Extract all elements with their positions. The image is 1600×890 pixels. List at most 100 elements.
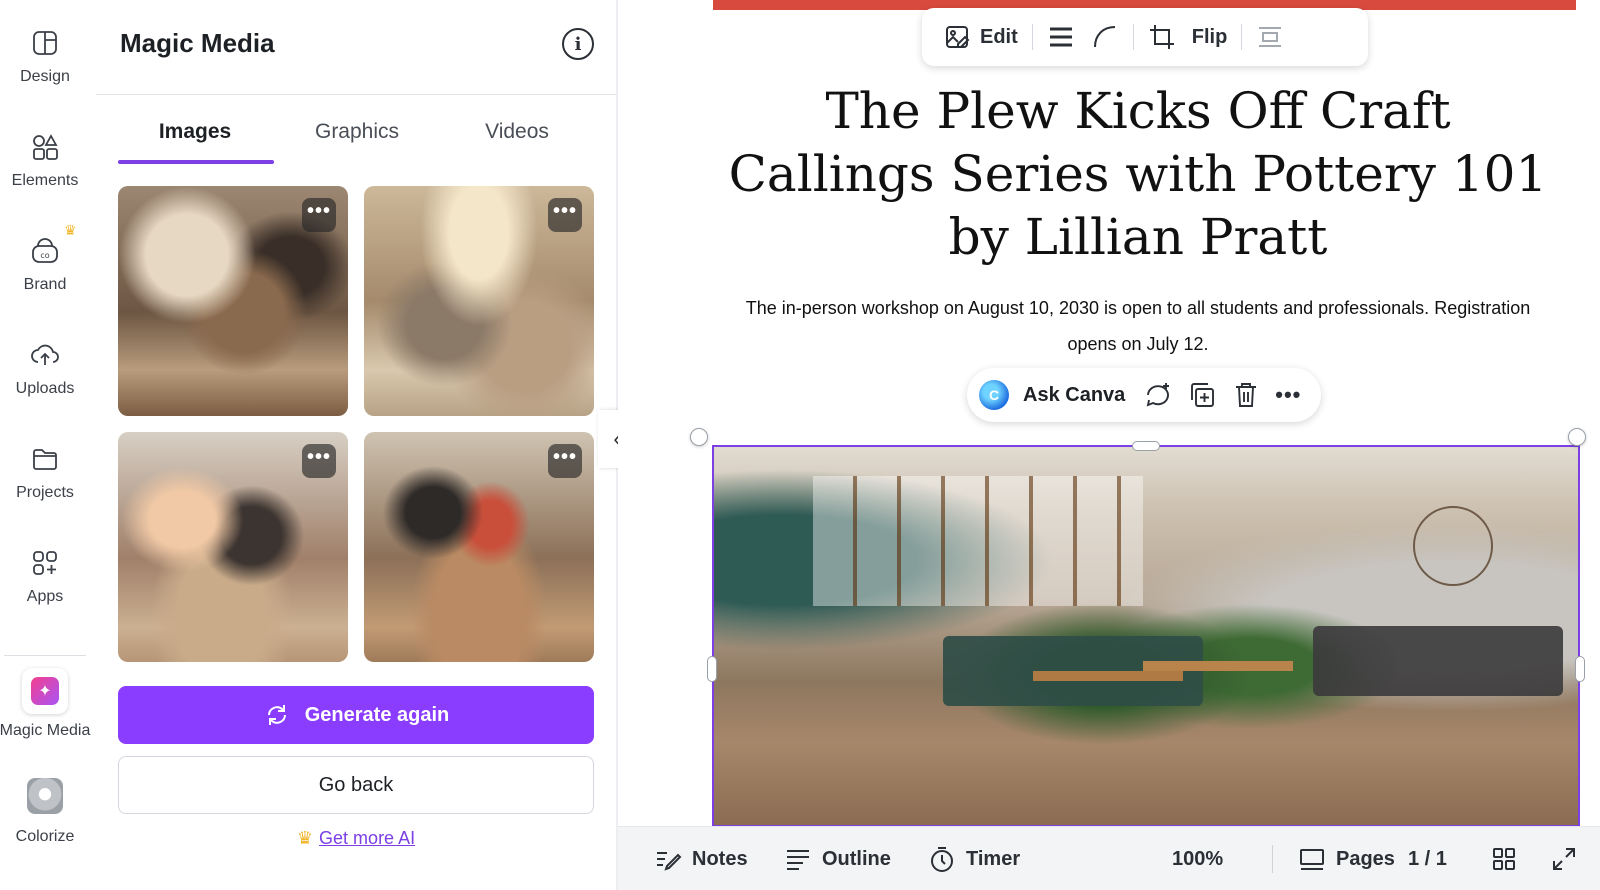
photo-window-detail xyxy=(813,476,1143,606)
canva-assistant-icon: C xyxy=(979,380,1009,410)
more-options-icon[interactable]: ••• xyxy=(548,198,582,232)
rail-item-colorize[interactable]: Colorize xyxy=(0,778,90,846)
rail-item-design[interactable]: Design xyxy=(0,28,90,86)
outline-label: Outline xyxy=(822,847,891,870)
rail-item-apps[interactable]: Apps xyxy=(0,548,90,606)
uploads-icon xyxy=(31,344,59,365)
trash-icon[interactable] xyxy=(1231,380,1261,410)
crop-icon xyxy=(1149,25,1174,49)
timer-label: Timer xyxy=(966,847,1021,870)
rail-item-label: Design xyxy=(20,68,70,85)
rail-item-projects[interactable]: Projects xyxy=(0,444,90,502)
notes-button[interactable]: Notes xyxy=(654,827,748,890)
photo-table-detail xyxy=(1033,671,1183,681)
more-options-icon[interactable]: ••• xyxy=(1275,382,1301,408)
left-rail: Design Elements ♛ co Brand Uploads Proje… xyxy=(0,0,92,890)
more-options-icon[interactable]: ••• xyxy=(548,444,582,478)
panel-title: Magic Media xyxy=(120,28,275,58)
fullscreen-icon xyxy=(1553,848,1575,870)
svg-text:co: co xyxy=(40,251,49,260)
resize-handle-top-right[interactable] xyxy=(1568,428,1586,446)
duplicate-icon[interactable] xyxy=(1187,380,1217,410)
rail-item-label: Brand xyxy=(23,276,67,293)
separator xyxy=(1272,845,1273,873)
brand-icon: co xyxy=(32,238,58,263)
rail-divider xyxy=(4,655,86,656)
rail-item-brand[interactable]: co Brand xyxy=(0,236,90,294)
magic-media-panel: Magic Media i Images Graphics Videos •••… xyxy=(96,0,616,890)
ask-canva-button[interactable]: Ask Canva xyxy=(1023,384,1125,407)
resize-handle-left[interactable] xyxy=(707,656,717,682)
crop-button[interactable] xyxy=(1140,17,1184,57)
outline-icon xyxy=(787,850,809,870)
resize-handle-top-left[interactable] xyxy=(690,428,708,446)
zoom-level[interactable]: 100% xyxy=(1172,827,1223,890)
separator xyxy=(1031,24,1033,50)
rail-item-elements[interactable]: Elements xyxy=(0,132,90,190)
notes-label: Notes xyxy=(692,847,748,870)
pages-button[interactable]: Pages xyxy=(1298,827,1395,890)
image-toolbar: Edit Flip xyxy=(922,8,1368,66)
ask-canva-bar: C Ask Canva ••• xyxy=(967,368,1321,422)
corner-rounding-button[interactable] xyxy=(1083,17,1127,57)
border-style-icon xyxy=(1049,27,1072,47)
selected-cafe-photo[interactable] xyxy=(713,446,1579,826)
edit-label: Edit xyxy=(980,25,1018,48)
corner-rounding-icon xyxy=(1093,26,1115,48)
pages-icon xyxy=(1300,849,1324,870)
photo-table-detail xyxy=(1143,661,1293,671)
go-back-button[interactable]: Go back xyxy=(118,756,594,814)
colorize-icon xyxy=(27,778,63,814)
generated-image-3[interactable]: ••• xyxy=(118,432,348,662)
more-options-icon[interactable]: ••• xyxy=(302,198,336,232)
photo-gray-sofa-detail xyxy=(1313,626,1563,696)
timer-button[interactable]: Timer xyxy=(928,827,1020,890)
separator xyxy=(1132,24,1134,50)
rail-item-label: Uploads xyxy=(15,380,75,397)
design-icon xyxy=(33,31,57,55)
position-button[interactable] xyxy=(1248,17,1292,57)
rail-item-label: Colorize xyxy=(15,828,75,845)
rail-item-label: Apps xyxy=(26,588,64,605)
resize-handle-top[interactable] xyxy=(1132,441,1160,451)
flip-button[interactable]: Flip xyxy=(1184,17,1236,57)
generate-again-label: Generate again xyxy=(304,703,450,726)
tab-graphics[interactable]: Graphics xyxy=(280,120,434,144)
divider xyxy=(96,94,616,95)
generated-image-2[interactable]: ••• xyxy=(364,186,594,416)
outline-button[interactable]: Outline xyxy=(784,827,891,890)
active-tab-indicator xyxy=(118,160,274,164)
edit-image-button[interactable]: Edit xyxy=(936,17,1026,57)
edit-image-icon xyxy=(946,26,970,48)
elements-icon xyxy=(33,134,58,160)
tab-images[interactable]: Images xyxy=(118,120,272,144)
rail-item-magic-media[interactable]: ✦ Magic Media xyxy=(0,668,90,740)
grid-view-button[interactable] xyxy=(1490,827,1518,890)
refresh-icon xyxy=(267,705,286,725)
grid-view-icon xyxy=(1493,848,1515,870)
generate-again-button[interactable]: Generate again xyxy=(118,686,594,744)
projects-icon xyxy=(33,449,57,470)
generated-image-1[interactable]: ••• xyxy=(118,186,348,416)
crown-icon: ♛ xyxy=(296,828,314,848)
flip-label: Flip xyxy=(1191,25,1228,48)
add-comment-icon[interactable] xyxy=(1143,380,1173,410)
timer-icon xyxy=(931,847,953,872)
get-more-ai: ♛ Get more AI xyxy=(96,828,616,849)
info-icon[interactable]: i xyxy=(562,28,594,60)
border-style-button[interactable] xyxy=(1039,17,1083,57)
apps-icon xyxy=(33,551,57,575)
get-more-ai-link[interactable]: Get more AI xyxy=(319,828,415,848)
rail-item-uploads[interactable]: Uploads xyxy=(0,340,90,398)
document-title[interactable]: The Plew Kicks Off Craft Callings Series… xyxy=(722,80,1554,269)
resize-handle-right[interactable] xyxy=(1575,656,1585,682)
document-subtitle[interactable]: The in-person workshop on August 10, 203… xyxy=(722,290,1554,362)
more-options-icon[interactable]: ••• xyxy=(302,444,336,478)
fullscreen-button[interactable] xyxy=(1550,827,1578,890)
notes-icon xyxy=(657,852,682,871)
generated-image-4[interactable]: ••• xyxy=(364,432,594,662)
separator xyxy=(1241,24,1243,50)
rail-item-label: Elements xyxy=(11,172,79,189)
page-counter[interactable]: 1 / 1 xyxy=(1408,827,1447,890)
tab-videos[interactable]: Videos xyxy=(440,120,594,144)
